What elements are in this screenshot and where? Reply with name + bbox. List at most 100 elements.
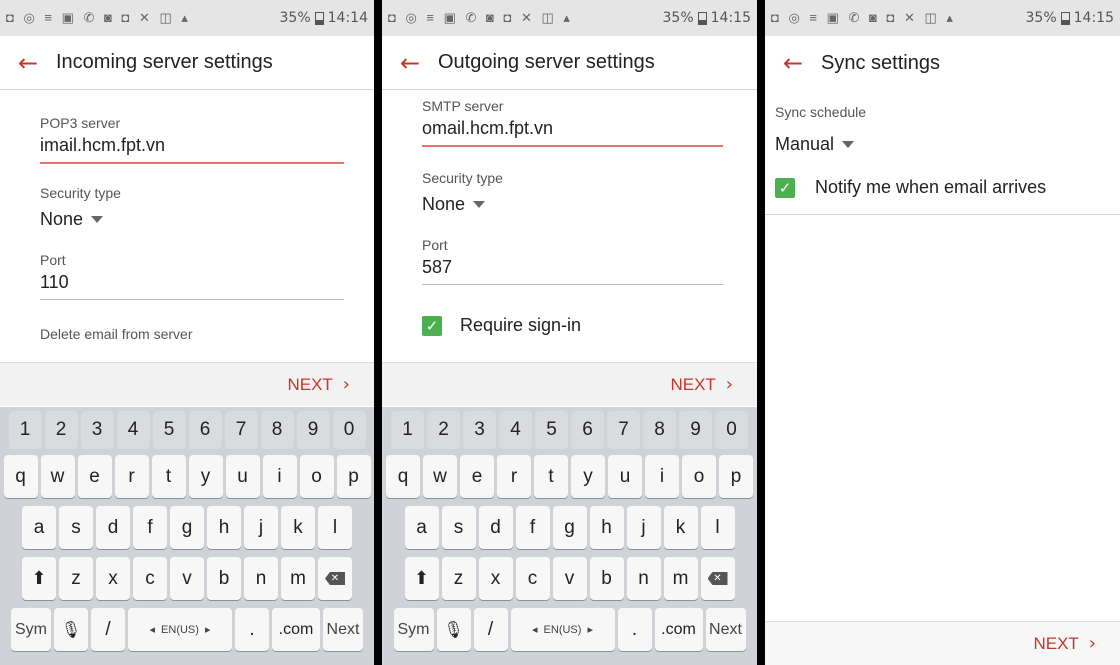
key[interactable]: j: [244, 506, 278, 549]
key[interactable]: 7: [224, 411, 258, 449]
pop3-server-field[interactable]: POP3 server imail.hcm.fpt.vn: [40, 115, 344, 164]
key[interactable]: v: [170, 557, 204, 600]
key[interactable]: f: [133, 506, 167, 549]
port-value[interactable]: 587: [422, 257, 723, 278]
key[interactable]: 6: [188, 411, 222, 449]
shift-icon[interactable]: ⬆: [404, 557, 439, 600]
key[interactable]: w: [423, 455, 457, 498]
key[interactable]: h: [207, 506, 241, 549]
key[interactable]: f: [515, 506, 550, 549]
smtp-server-field[interactable]: SMTP server omail.hcm.fpt.vn: [422, 98, 723, 147]
key[interactable]: z: [441, 557, 476, 600]
next-key[interactable]: Next: [705, 608, 746, 651]
period-key[interactable]: .: [617, 608, 652, 651]
key[interactable]: m: [281, 557, 315, 600]
key[interactable]: 3: [80, 411, 114, 449]
backspace-key[interactable]: ✕: [318, 557, 352, 600]
backspace-key[interactable]: ✕: [700, 557, 735, 600]
port-value[interactable]: 110: [40, 272, 344, 293]
require-signin-row[interactable]: ✓ Require sign-in: [422, 315, 723, 336]
key[interactable]: x: [478, 557, 513, 600]
key[interactable]: t: [151, 455, 186, 498]
key[interactable]: r: [497, 455, 531, 498]
port-field[interactable]: Port 110: [40, 252, 344, 300]
key[interactable]: m: [663, 557, 698, 600]
key[interactable]: g: [552, 506, 587, 549]
key[interactable]: 3: [463, 411, 496, 449]
key[interactable]: d: [96, 506, 130, 549]
key[interactable]: o: [299, 455, 334, 498]
key[interactable]: a: [404, 506, 439, 549]
key[interactable]: s: [441, 506, 476, 549]
key[interactable]: k: [663, 506, 698, 549]
key[interactable]: 1: [8, 411, 42, 449]
key[interactable]: 8: [260, 411, 294, 449]
back-arrow-icon[interactable]: ←: [18, 51, 56, 75]
key[interactable]: i: [262, 455, 297, 498]
port-field[interactable]: Port 587: [422, 237, 723, 285]
smtp-server-value[interactable]: omail.hcm.fpt.vn: [422, 118, 723, 139]
slash-key[interactable]: /: [91, 608, 125, 651]
next-button[interactable]: NEXT ›: [1033, 633, 1096, 654]
checkmark-icon[interactable]: ✓: [422, 315, 442, 336]
key[interactable]: 2: [427, 411, 460, 449]
key[interactable]: x: [96, 557, 130, 600]
shift-icon[interactable]: ⬆: [22, 557, 56, 600]
sym-key[interactable]: Sym: [393, 608, 434, 651]
com-key[interactable]: .com: [654, 608, 703, 651]
key[interactable]: z: [59, 557, 93, 600]
next-button[interactable]: NEXT ›: [287, 374, 350, 395]
sym-key[interactable]: Sym: [11, 608, 51, 651]
key[interactable]: l: [700, 506, 735, 549]
key[interactable]: b: [589, 557, 624, 600]
notify-row[interactable]: ✓ Notify me when email arrives: [775, 177, 1120, 198]
next-button[interactable]: NEXT ›: [670, 374, 733, 395]
next-key[interactable]: Next: [323, 608, 363, 651]
key[interactable]: 0: [715, 411, 748, 449]
key[interactable]: e: [77, 455, 112, 498]
key[interactable]: 7: [607, 411, 640, 449]
key[interactable]: u: [608, 455, 642, 498]
key[interactable]: 0: [332, 411, 366, 449]
key[interactable]: w: [40, 455, 75, 498]
key[interactable]: t: [534, 455, 568, 498]
checkmark-icon[interactable]: ✓: [775, 177, 795, 198]
sync-schedule-dropdown[interactable]: Manual: [775, 134, 855, 155]
security-type-dropdown[interactable]: None: [40, 209, 104, 230]
key[interactable]: n: [244, 557, 278, 600]
key[interactable]: 8: [643, 411, 676, 449]
back-arrow-icon[interactable]: ←: [400, 51, 438, 75]
key[interactable]: s: [59, 506, 93, 549]
key[interactable]: g: [170, 506, 204, 549]
key[interactable]: p: [719, 455, 753, 498]
back-arrow-icon[interactable]: ←: [783, 51, 821, 75]
key[interactable]: p: [336, 455, 371, 498]
key[interactable]: q: [3, 455, 38, 498]
pop3-server-value[interactable]: imail.hcm.fpt.vn: [40, 135, 344, 156]
key[interactable]: 4: [116, 411, 150, 449]
space-key[interactable]: ◂ EN(US) ▸: [128, 608, 232, 651]
key[interactable]: a: [22, 506, 56, 549]
key[interactable]: k: [281, 506, 315, 549]
key[interactable]: o: [682, 455, 716, 498]
key[interactable]: 2: [44, 411, 78, 449]
security-type-dropdown[interactable]: None: [422, 194, 486, 215]
period-key[interactable]: .: [235, 608, 269, 651]
key[interactable]: 1: [391, 411, 424, 449]
key[interactable]: n: [626, 557, 661, 600]
key[interactable]: i: [645, 455, 679, 498]
key[interactable]: r: [114, 455, 149, 498]
slash-key[interactable]: /: [473, 608, 508, 651]
microphone-icon[interactable]: 🎙: [54, 608, 88, 651]
key[interactable]: 9: [679, 411, 712, 449]
key[interactable]: 4: [499, 411, 532, 449]
key[interactable]: b: [207, 557, 241, 600]
space-key[interactable]: ◂ EN(US) ▸: [510, 608, 615, 651]
key[interactable]: y: [188, 455, 223, 498]
delete-email-label[interactable]: Delete email from server: [40, 326, 344, 342]
key[interactable]: h: [589, 506, 624, 549]
key[interactable]: u: [225, 455, 260, 498]
key[interactable]: v: [552, 557, 587, 600]
key[interactable]: j: [626, 506, 661, 549]
key[interactable]: e: [460, 455, 494, 498]
